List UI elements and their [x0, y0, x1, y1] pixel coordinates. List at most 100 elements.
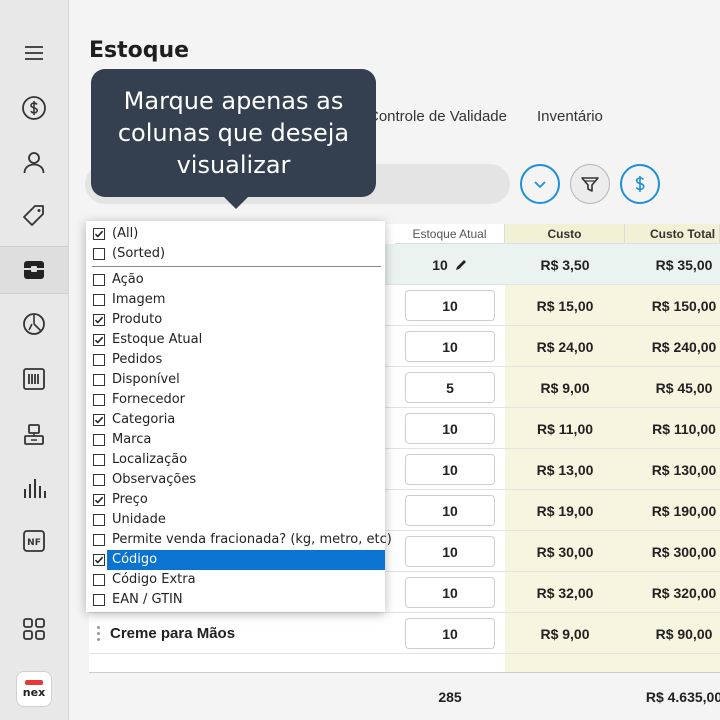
check-icon	[94, 316, 104, 324]
sidebar-item-products[interactable]	[0, 192, 68, 240]
column-option-label: EAN / GTIN	[112, 592, 183, 607]
stock-qty-input[interactable]: 10	[405, 331, 495, 362]
column-option[interactable]: EAN / GTIN	[86, 590, 385, 610]
stock-qty-value: 10	[442, 420, 458, 437]
sidebar-item-finance[interactable]	[0, 84, 68, 132]
stock-qty-input[interactable]: 10	[405, 249, 495, 280]
column-option[interactable]: Disponível	[86, 370, 385, 390]
column-option[interactable]: (All)	[86, 224, 385, 244]
total-cost-cell: R$ 130,00	[651, 461, 717, 478]
check-icon	[94, 496, 104, 504]
column-option-label: Permite venda fracionada? (kg, metro, et…	[112, 532, 392, 547]
column-option[interactable]: Marca	[86, 430, 385, 450]
column-option[interactable]: Fornecedor	[86, 390, 385, 410]
stock-qty-input[interactable]: 10	[405, 618, 495, 649]
sidebar-item-invoice[interactable]: NF	[0, 517, 68, 565]
column-option-label: Ação	[112, 272, 144, 287]
column-checkbox[interactable]	[93, 434, 105, 446]
column-checkbox[interactable]	[93, 228, 105, 240]
check-icon	[94, 416, 104, 424]
column-option-label: Disponível	[112, 372, 180, 387]
stock-qty-input[interactable]: 10	[405, 495, 495, 526]
stock-qty-input[interactable]: 10	[405, 536, 495, 567]
column-option[interactable]: Permite venda fracionada? (kg, metro, et…	[86, 530, 392, 550]
cost-cell: R$ 9,00	[540, 379, 590, 396]
menu-button[interactable]	[0, 29, 68, 77]
tooltip-text: Marque apenas as colunas que deseja visu…	[117, 87, 350, 179]
column-checkbox[interactable]	[93, 248, 105, 260]
column-checkbox[interactable]	[93, 274, 105, 286]
total-cost-cell: R$ 45,00	[655, 379, 713, 396]
pie-icon	[23, 313, 45, 335]
column-checkbox[interactable]	[93, 334, 105, 346]
column-checkbox[interactable]	[93, 514, 105, 526]
column-checkbox[interactable]	[93, 474, 105, 486]
expand-button[interactable]	[520, 164, 560, 204]
column-option-label: Código	[107, 550, 385, 570]
column-checkbox[interactable]	[93, 414, 105, 426]
drag-handle-icon[interactable]	[97, 626, 101, 642]
column-option[interactable]: Produto	[86, 310, 385, 330]
column-option[interactable]: Preço	[86, 490, 385, 510]
total-cost-cell: R$ 90,00	[655, 625, 713, 642]
header-cost[interactable]: Custo	[505, 224, 625, 244]
page-title: Estoque	[89, 38, 190, 63]
sidebar-logo[interactable]: nex	[0, 665, 68, 713]
column-checkbox[interactable]	[93, 374, 105, 386]
column-checkbox[interactable]	[93, 354, 105, 366]
column-checkbox[interactable]	[93, 574, 105, 586]
table-row[interactable]: Creme para Mãos 10 R$ 9,00 R$ 90,00	[89, 613, 720, 654]
product-name: Creme para Mãos	[110, 625, 236, 642]
scale-icon	[24, 424, 44, 445]
column-option[interactable]: Imagem	[86, 290, 385, 310]
column-option[interactable]: Estoque Atual	[86, 330, 385, 350]
stock-qty-input[interactable]: 10	[405, 413, 495, 444]
total-cost-cell: R$ 35,00	[655, 256, 713, 273]
sidebar-item-reports[interactable]	[0, 300, 68, 348]
header-stock[interactable]: Estoque Atual	[395, 224, 505, 244]
column-checkbox[interactable]	[93, 394, 105, 406]
column-option[interactable]: (Sorted)	[86, 244, 385, 264]
tab-inventory[interactable]: Inventário	[537, 108, 603, 125]
sidebar: NF nex	[0, 0, 69, 720]
sidebar-item-stock[interactable]	[0, 246, 68, 294]
sidebar-item-customers[interactable]	[0, 138, 68, 186]
sidebar-item-apps[interactable]	[0, 605, 68, 653]
column-option[interactable]: Observações	[86, 470, 385, 490]
stock-qty-input[interactable]: 10	[405, 454, 495, 485]
column-option[interactable]: Unidade	[86, 510, 385, 530]
column-chooser[interactable]: (All) (Sorted) Ação Imagem Produto Estoque At…	[86, 221, 392, 612]
stock-qty-input[interactable]: 10	[405, 577, 495, 608]
column-checkbox[interactable]	[93, 454, 105, 466]
column-option-label: Estoque Atual	[112, 332, 203, 347]
column-option[interactable]: Localização	[86, 450, 385, 470]
column-checkbox[interactable]	[93, 534, 105, 546]
sidebar-item-analytics[interactable]	[0, 464, 68, 512]
stock-qty-input[interactable]: 5	[405, 372, 495, 403]
pencil-icon	[455, 259, 466, 270]
stock-qty-value: 10	[432, 256, 448, 273]
stock-qty-value: 10	[442, 543, 458, 560]
cost-cell: R$ 15,00	[536, 297, 594, 314]
filter-button[interactable]	[570, 164, 610, 204]
header-total-cost[interactable]: Custo Total	[625, 224, 720, 244]
sidebar-item-pos[interactable]	[0, 410, 68, 458]
column-checkbox[interactable]	[93, 294, 105, 306]
column-option[interactable]: Código	[86, 550, 385, 570]
cost-cell: R$ 19,00	[536, 502, 594, 519]
column-checkbox[interactable]	[93, 494, 105, 506]
total-cost-cell: R$ 190,00	[651, 502, 717, 519]
column-option[interactable]: Ação	[86, 270, 385, 290]
column-option[interactable]: Categoria	[86, 410, 385, 430]
cost-toggle-button[interactable]	[620, 164, 660, 204]
column-option[interactable]: Código Extra	[86, 570, 385, 590]
stock-qty-input[interactable]: 10	[405, 290, 495, 321]
tab-validity[interactable]: Controle de Validade	[368, 108, 507, 125]
logo-text: nex	[22, 686, 46, 699]
sidebar-item-barcode[interactable]	[0, 355, 68, 403]
column-checkbox[interactable]	[93, 554, 105, 566]
total-cost-cell: R$ 240,00	[651, 338, 717, 355]
column-checkbox[interactable]	[93, 594, 105, 606]
column-checkbox[interactable]	[93, 314, 105, 326]
column-option[interactable]: Pedidos	[86, 350, 385, 370]
